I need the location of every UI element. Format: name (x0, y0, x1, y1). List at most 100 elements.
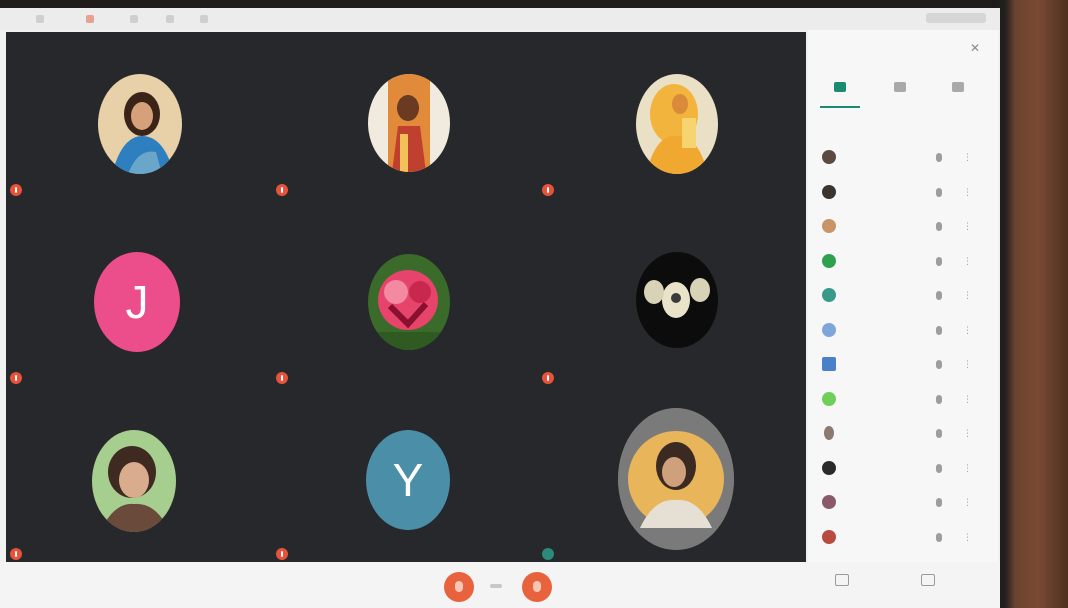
more-options-icon[interactable]: ⋮ (963, 497, 972, 507)
more-options-icon[interactable]: ⋮ (963, 290, 972, 300)
browser-tab-5[interactable] (200, 15, 208, 23)
list-item[interactable]: ⋮ (818, 246, 988, 281)
browser-status-area (926, 13, 986, 23)
list-item[interactable]: ⋮ (818, 315, 988, 350)
mic-icon (936, 463, 942, 473)
mic-off-icon (276, 548, 288, 560)
nameplate (10, 548, 28, 560)
more-options-icon[interactable]: ⋮ (963, 532, 972, 542)
participant-tile[interactable]: Y (272, 384, 538, 560)
nameplate (276, 372, 294, 384)
nameplate (542, 372, 560, 384)
avatar (822, 288, 836, 302)
mic-icon (936, 291, 942, 300)
mic-icon (936, 187, 942, 197)
browser-tab-3[interactable] (130, 15, 138, 23)
list-item[interactable]: ⋮ (818, 142, 988, 177)
participant-tile[interactable] (272, 32, 538, 208)
list-item[interactable]: ⋮ (818, 177, 988, 212)
more-options-icon[interactable]: ⋮ (963, 325, 972, 335)
room-background (992, 0, 1068, 608)
mic-toggle-button[interactable] (444, 572, 474, 602)
list-item[interactable]: ⋮ (818, 384, 988, 419)
participant-tile[interactable] (272, 208, 538, 384)
chat-icon (894, 82, 906, 92)
participant-tile[interactable] (538, 32, 804, 208)
participant-tile[interactable]: J (6, 208, 272, 384)
mic-icon (936, 429, 942, 438)
more-options-icon[interactable]: ⋮ (963, 187, 972, 197)
mic-off-icon (10, 184, 22, 196)
participant-avatar (368, 254, 450, 350)
list-item[interactable]: ⋮ (818, 280, 988, 315)
nameplate (542, 548, 560, 560)
mic-icon (936, 256, 942, 266)
participant-tile[interactable] (6, 32, 272, 208)
video-grid: J Y (6, 32, 806, 562)
browser-toolbar (0, 8, 1000, 30)
participant-avatar (636, 252, 718, 348)
participant-avatar (618, 408, 734, 550)
avatar (822, 219, 836, 233)
avatar (822, 253, 836, 268)
browser-tab-1[interactable] (36, 15, 44, 23)
browser-tab-2[interactable] (86, 15, 94, 23)
mic-off-icon (276, 372, 288, 384)
more-options-icon[interactable]: ⋮ (963, 428, 972, 438)
list-item[interactable]: ⋮ (818, 349, 988, 384)
camera-toggle-button[interactable] (522, 572, 552, 602)
participant-tile-speaking[interactable] (538, 384, 804, 560)
more-options-icon[interactable]: ⋮ (963, 152, 972, 162)
list-item[interactable]: ⋮ (818, 487, 988, 522)
active-tab-indicator (820, 106, 860, 108)
list-item[interactable]: ⋮ (818, 211, 988, 246)
avatar (822, 391, 836, 406)
tab-people[interactable] (820, 82, 860, 95)
avatar (824, 426, 834, 440)
info-icon (952, 82, 964, 92)
participant-tile[interactable] (6, 384, 272, 560)
participant-list: ⋮ ⋮ ⋮ ⋮ ⋮ ⋮ ⋮ ⋮ ⋮ ⋮ ⋮ ⋮ (818, 142, 988, 556)
participants-panel: ✕ ⋮ ⋮ ⋮ ⋮ ⋮ ⋮ ⋮ ⋮ ⋮ ⋮ ⋮ ⋮ (808, 30, 998, 562)
participant-avatar (636, 74, 718, 174)
more-options-icon[interactable]: ⋮ (963, 256, 972, 266)
mic-icon (936, 325, 942, 335)
avatar (822, 529, 836, 544)
participant-avatar (92, 430, 176, 532)
participant-avatar: Y (366, 430, 450, 530)
tab-chat[interactable] (880, 82, 920, 95)
list-item[interactable]: ⋮ (818, 522, 988, 557)
participant-avatar: J (94, 252, 180, 352)
monitor-screen: J Y ✕ ⋮ ⋮ ⋮ ⋮ ⋮ ⋮ ⋮ ⋮ ⋮ ⋮ ⋮ ⋮ (0, 8, 1000, 608)
avatar (822, 495, 836, 509)
end-call-icon[interactable] (490, 584, 502, 588)
meeting-controls-bar (0, 562, 1000, 608)
list-item[interactable]: ⋮ (818, 418, 988, 453)
more-options-icon[interactable]: ⋮ (963, 359, 972, 369)
avatar (822, 357, 836, 371)
activities-icon (921, 574, 935, 586)
more-options-icon[interactable]: ⋮ (963, 221, 972, 231)
nameplate (542, 184, 560, 196)
nameplate (276, 184, 294, 196)
people-icon (834, 82, 846, 92)
present-now-button[interactable] (812, 574, 872, 590)
avatar (822, 150, 836, 164)
more-options-icon[interactable]: ⋮ (963, 394, 972, 404)
mic-off-icon (10, 548, 22, 560)
mic-icon (936, 360, 942, 369)
mic-off-icon (542, 184, 554, 196)
list-item[interactable]: ⋮ (818, 453, 988, 488)
tab-more[interactable] (938, 82, 978, 95)
participant-avatar (368, 74, 450, 172)
mic-icon (936, 153, 942, 162)
more-options-icon[interactable]: ⋮ (963, 463, 972, 473)
browser-tab-4[interactable] (166, 15, 174, 23)
avatar (822, 184, 836, 199)
nameplate (276, 548, 294, 560)
close-icon[interactable]: ✕ (970, 42, 982, 54)
mic-off-icon (276, 184, 288, 196)
participant-tile[interactable] (538, 208, 804, 384)
nameplate (10, 184, 28, 196)
activities-button[interactable] (898, 574, 958, 590)
